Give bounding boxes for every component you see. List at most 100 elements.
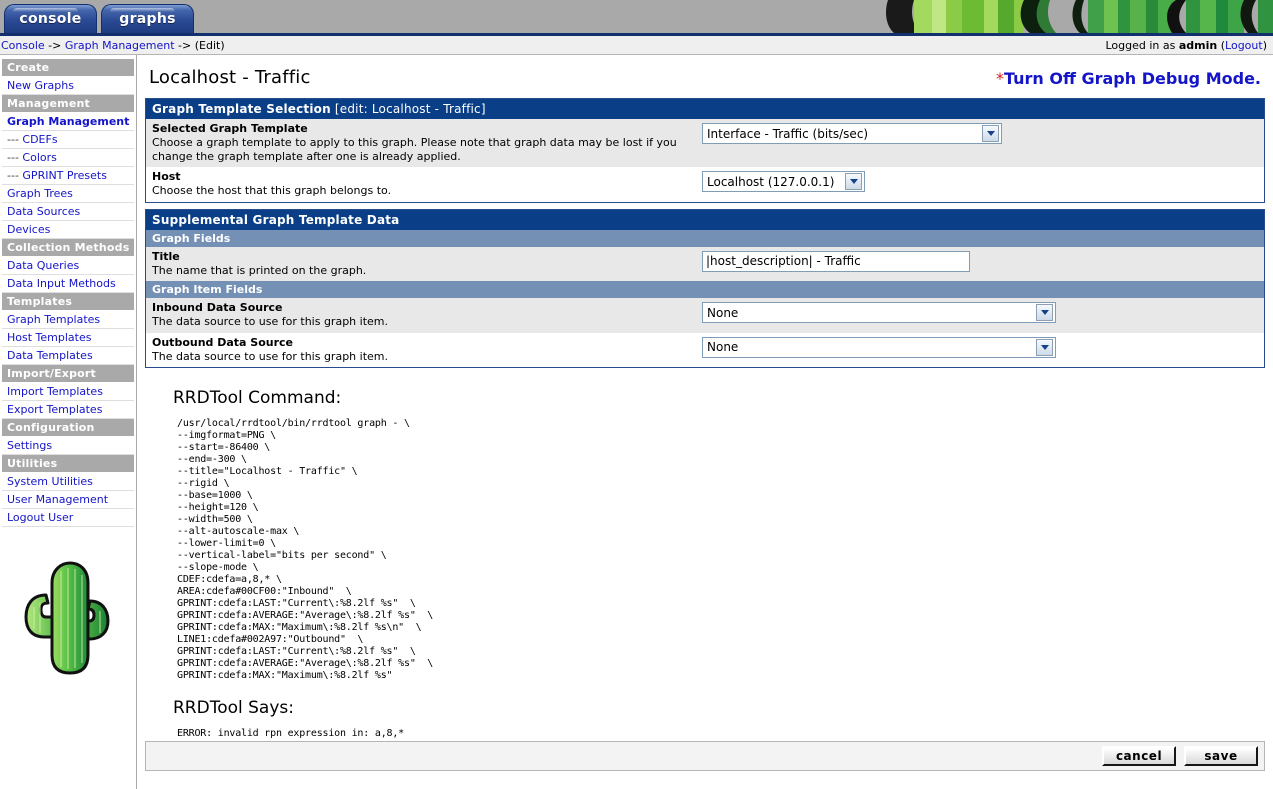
- sidebar-sub-dashes: ---: [7, 133, 23, 146]
- host-desc: Host Choose the host that this graph bel…: [152, 170, 702, 198]
- cactus-logo-icon: [24, 561, 110, 675]
- gts-title-main: Graph Template Selection: [152, 102, 331, 116]
- sidebar-item-label: Colors: [22, 151, 57, 164]
- tab-graphs[interactable]: graphs: [101, 4, 194, 33]
- sidebar-item-gprint-presets[interactable]: --- GPRINT Presets: [2, 167, 134, 185]
- logged-in-user: admin: [1178, 38, 1218, 52]
- breadcrumb-graph-management[interactable]: Graph Management: [65, 39, 175, 52]
- chevron-down-icon: [982, 125, 999, 142]
- graph-template-select[interactable]: Interface - Traffic (bits/sec): [702, 123, 1002, 144]
- breadcrumb-sep-2: ->: [174, 38, 195, 52]
- sidebar-header-collection-methods: Collection Methods: [2, 239, 134, 256]
- breadcrumb-current: (Edit): [194, 38, 225, 52]
- gts-title-sub: [edit: Localhost - Traffic]: [330, 102, 486, 116]
- selected-graph-template-help: Choose a graph template to apply to this…: [152, 135, 677, 163]
- sidebar: Create New Graphs Management Graph Manageme…: [0, 55, 137, 789]
- sidebar-item-data-input-methods[interactable]: Data Input Methods: [2, 275, 134, 293]
- logout-link[interactable]: Logout: [1225, 39, 1263, 52]
- sidebar-item-colors[interactable]: --- Colors: [2, 149, 134, 167]
- sidebar-item-new-graphs[interactable]: New Graphs: [2, 77, 134, 95]
- sidebar-item-label: GPRINT Presets: [22, 169, 107, 182]
- rrdtool-says-heading: RRDTool Says:: [173, 698, 294, 719]
- logout-close-paren: ): [1262, 38, 1267, 52]
- sidebar-item-devices[interactable]: Devices: [2, 221, 134, 239]
- rrdtool-debug-area: RRDTool Command: /usr/local/rrdtool/bin/…: [145, 374, 1265, 740]
- chevron-down-icon: [1036, 304, 1053, 322]
- selected-graph-template-control: Interface - Traffic (bits/sec): [702, 122, 1002, 144]
- title-desc: Title The name that is printed on the gr…: [152, 250, 702, 278]
- sidebar-item-graph-trees[interactable]: Graph Trees: [2, 185, 134, 203]
- sidebar-header-management: Management: [2, 95, 134, 112]
- chevron-down-icon: [1036, 338, 1053, 356]
- logged-in-prefix: Logged in as: [1105, 38, 1179, 52]
- inbound-desc: Inbound Data Source The data source to u…: [152, 301, 702, 329]
- sidebar-item-host-templates[interactable]: Host Templates: [2, 329, 134, 347]
- graph-item-fields-subheader: Graph Item Fields: [146, 281, 1264, 299]
- breadcrumb-console[interactable]: Console: [1, 39, 45, 52]
- title-input[interactable]: [702, 250, 970, 272]
- sidebar-header-create: Create: [2, 59, 134, 76]
- outbound-help: The data source to use for this graph it…: [152, 349, 388, 363]
- sidebar-item-cdefs[interactable]: --- CDEFs: [2, 131, 134, 149]
- sidebar-item-export-templates[interactable]: Export Templates: [2, 401, 134, 419]
- page-title: Localhost - Traffic: [149, 67, 311, 88]
- sidebar-item-data-queries[interactable]: Data Queries: [2, 257, 134, 275]
- graph-template-selection-title: Graph Template Selection [edit: Localhos…: [146, 99, 1264, 119]
- supplemental-graph-template-data-panel: Supplemental Graph Template Data Graph F…: [145, 208, 1265, 369]
- sidebar-item-logout-user[interactable]: Logout User: [2, 509, 134, 527]
- graph-template-select-value: Interface - Traffic (bits/sec): [707, 126, 869, 141]
- chevron-down-icon: [845, 173, 862, 191]
- host-select[interactable]: Localhost (127.0.0.1): [702, 171, 865, 193]
- sidebar-item-graph-templates[interactable]: Graph Templates: [2, 311, 134, 329]
- rrdtool-command-text: /usr/local/rrdtool/bin/rrdtool graph - \…: [177, 418, 434, 682]
- graph-debug-mode-link[interactable]: *Turn Off Graph Debug Mode.: [996, 69, 1261, 88]
- debug-asterisk: *: [995, 69, 1004, 88]
- page-header: Localhost - Traffic *Turn Off Graph Debu…: [145, 63, 1265, 98]
- sidebar-header-configuration: Configuration: [2, 419, 134, 436]
- sidebar-item-settings[interactable]: Settings: [2, 437, 134, 455]
- cactus-banner-art: [880, 0, 1273, 33]
- save-button[interactable]: save: [1184, 746, 1258, 766]
- tab-console[interactable]: console: [4, 4, 97, 33]
- sidebar-header-templates: Templates: [2, 293, 134, 310]
- inbound-data-source-value: None: [707, 305, 739, 320]
- selected-graph-template-label: Selected Graph Template: [152, 122, 308, 135]
- row-selected-graph-template: Selected Graph Template Choose a graph t…: [146, 119, 1264, 168]
- sidebar-header-import-export: Import/Export: [2, 365, 134, 382]
- host-select-value: Localhost (127.0.0.1): [707, 174, 835, 189]
- outbound-label: Outbound Data Source: [152, 335, 294, 349]
- host-control: Localhost (127.0.0.1): [702, 170, 865, 193]
- inbound-control: None: [702, 301, 1056, 324]
- sidebar-header-utilities: Utilities: [2, 455, 134, 472]
- graph-fields-subheader: Graph Fields: [146, 229, 1264, 247]
- sidebar-item-label: CDEFs: [22, 133, 58, 146]
- sidebar-item-data-sources[interactable]: Data Sources: [2, 203, 134, 221]
- action-bar: cancel save: [145, 741, 1265, 771]
- title-control: [702, 250, 970, 272]
- outbound-data-source-select[interactable]: None: [702, 336, 1056, 358]
- main-tabs[interactable]: console graphs: [4, 4, 194, 33]
- rrdtool-command-heading: RRDTool Command:: [173, 388, 342, 409]
- outbound-data-source-value: None: [707, 340, 739, 355]
- inbound-help: The data source to use for this graph it…: [152, 315, 388, 328]
- session-info: Logged in as admin (Logout): [1105, 39, 1267, 52]
- sidebar-item-import-templates[interactable]: Import Templates: [2, 383, 134, 401]
- main-content: Localhost - Traffic *Turn Off Graph Debu…: [137, 55, 1273, 789]
- selected-graph-template-desc: Selected Graph Template Choose a graph t…: [152, 122, 702, 163]
- sidebar-item-system-utilities[interactable]: System Utilities: [2, 473, 134, 491]
- row-title: Title The name that is printed on the gr…: [146, 246, 1264, 282]
- sidebar-item-user-management[interactable]: User Management: [2, 491, 134, 509]
- title-help: The name that is printed on the graph.: [152, 263, 367, 277]
- sidebar-item-graph-management[interactable]: Graph Management: [2, 113, 134, 131]
- supplemental-panel-title: Supplemental Graph Template Data: [146, 209, 1264, 230]
- graph-template-selection-panel: Graph Template Selection [edit: Localhos…: [145, 98, 1265, 203]
- row-inbound-data-source: Inbound Data Source The data source to u…: [146, 298, 1264, 333]
- sidebar-item-data-templates[interactable]: Data Templates: [2, 347, 134, 365]
- logout-open-paren: (: [1217, 38, 1226, 52]
- inbound-data-source-select[interactable]: None: [702, 302, 1056, 324]
- outbound-control: None: [702, 336, 1056, 358]
- debug-link-label: Turn Off Graph Debug Mode.: [1003, 69, 1261, 88]
- sidebar-sub-dashes: ---: [7, 151, 23, 164]
- cancel-button[interactable]: cancel: [1102, 746, 1176, 766]
- row-outbound-data-source: Outbound Data Source The data source to …: [146, 332, 1264, 368]
